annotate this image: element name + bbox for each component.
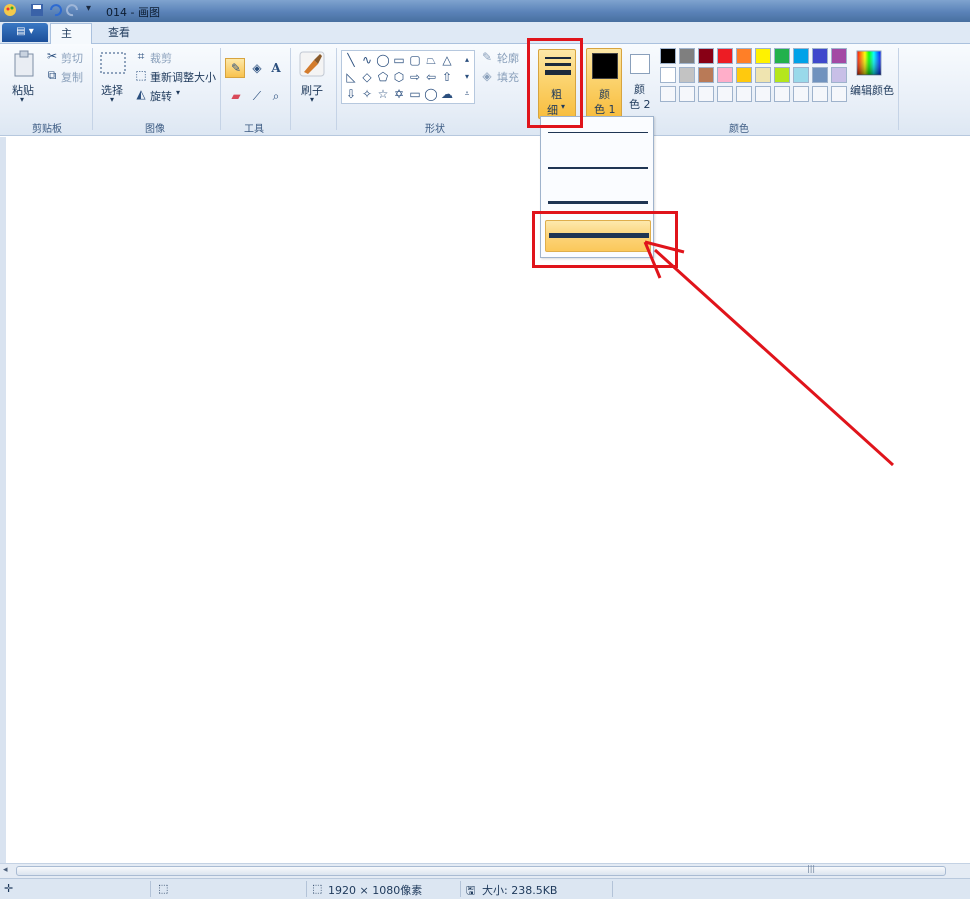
annotation-arrow: [643, 240, 895, 467]
